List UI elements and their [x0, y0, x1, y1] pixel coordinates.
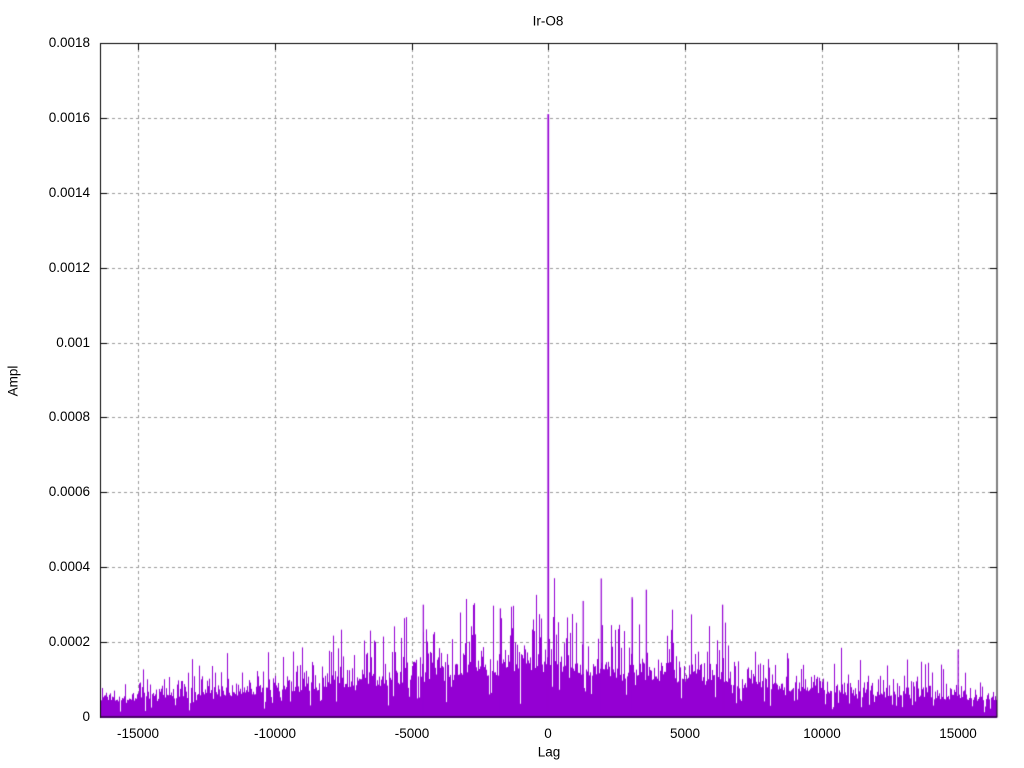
y-tick-label: 0: [82, 709, 90, 724]
x-tick-label: -5000: [394, 726, 430, 741]
x-tick-label: -15000: [116, 726, 160, 741]
y-tick-label: 0.0008: [48, 409, 90, 424]
plot-canvas: [0, 0, 1024, 768]
correlation-chart: Ir-O8 Lag Ampl 0 0.0002 0.0004 0.0006 0.0008…: [0, 0, 1024, 768]
x-tick-label: 0: [544, 726, 552, 741]
x-tick-label: 5000: [669, 726, 701, 741]
y-tick-label: 0.0012: [48, 260, 90, 275]
y-tick-label: 0.0014: [48, 185, 90, 200]
y-tick-label: 0.0018: [48, 35, 90, 50]
y-axis-label: Ampl: [5, 365, 21, 397]
y-tick-label: 0.0004: [48, 559, 90, 574]
chart-title: Ir-O8: [532, 13, 564, 29]
y-tick-label: 0.0006: [48, 484, 90, 499]
y-tick-label: 0.0002: [48, 634, 90, 649]
x-tick-label: 10000: [803, 726, 841, 741]
y-tick-label: 0.001: [56, 335, 90, 350]
x-axis-label: Lag: [537, 744, 561, 760]
y-tick-label: 0.0016: [48, 110, 90, 125]
x-tick-label: 15000: [939, 726, 977, 741]
x-tick-label: -10000: [253, 726, 297, 741]
